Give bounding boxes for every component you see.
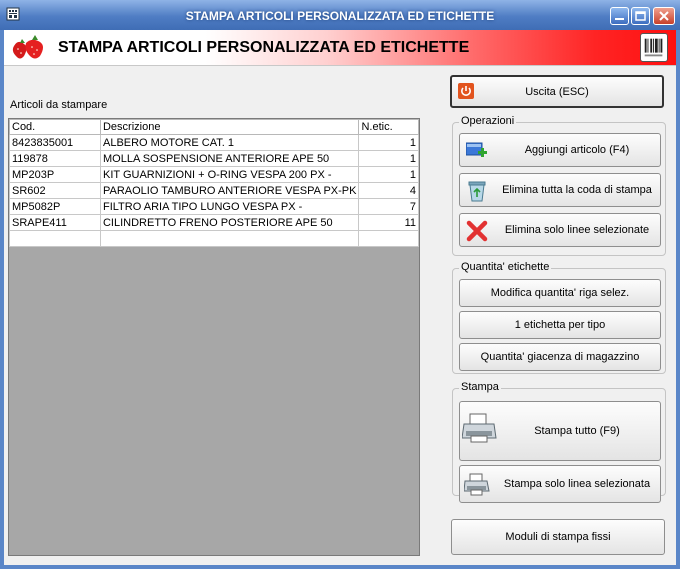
delete-x-icon (466, 220, 488, 242)
exit-button-label: Uscita (ESC) (525, 85, 589, 98)
maximize-icon (635, 11, 646, 21)
clear-queue-button[interactable]: Elimina tutta la coda di stampa (459, 173, 661, 207)
client-area: STAMPA ARTICOLI PERSONALIZZATA ED ETICHE… (4, 30, 676, 565)
banner-title: STAMPA ARTICOLI PERSONALIZZATA ED ETICHE… (58, 39, 470, 56)
cell-code[interactable]: MP5082P (9, 198, 101, 215)
items-table[interactable]: Cod. Descrizione N.etic. 8423835001 ALBE… (9, 119, 419, 247)
stock-quantity-label: Quantita' giacenza di magazzino (480, 351, 640, 363)
table-row[interactable]: MP5082P FILTRO ARIA TIPO LUNGO VESPA PX … (9, 198, 419, 215)
print-selected-label: Stampa solo linea selezionata (503, 478, 651, 490)
minimize-icon (615, 18, 624, 20)
table-row[interactable]: MP203P KIT GUARNIZIONI + O-RING VESPA 20… (9, 166, 419, 183)
window-title: STAMPA ARTICOLI PERSONALIZZATA ED ETICHE… (185, 9, 495, 23)
cell-code[interactable]: MP203P (9, 166, 101, 183)
maximize-button[interactable] (631, 7, 650, 25)
cell-description[interactable]: KIT GUARNIZIONI + O-RING VESPA 200 PX - (99, 166, 360, 183)
print-selected-button[interactable]: Stampa solo linea selezionata (459, 465, 661, 503)
cell-label-count[interactable]: 7 (358, 198, 419, 215)
strawberry-icon (12, 35, 43, 59)
table-row[interactable]: SR602 PARAOLIO TAMBURO ANTERIORE VESPA P… (9, 182, 419, 199)
title-bar[interactable]: STAMPA ARTICOLI PERSONALIZZATA ED ETICHE… (0, 0, 680, 30)
header-banner: STAMPA ARTICOLI PERSONALIZZATA ED ETICHE… (4, 30, 676, 66)
printer-icon (462, 413, 497, 443)
label-quantity-group-title: Quantita' etichette (459, 261, 552, 273)
print-group: Stampa Stampa tutto (F9) Stampa solo lin… (452, 381, 666, 503)
cell-label-count[interactable]: 4 (358, 182, 419, 199)
fixed-print-modules-button[interactable]: Moduli di stampa fissi (451, 519, 665, 555)
cell-description[interactable] (99, 230, 360, 247)
column-header-description[interactable]: Descrizione (99, 119, 360, 135)
barcode-icon (640, 33, 668, 62)
cell-description[interactable]: ALBERO MOTORE CAT. 1 (99, 134, 360, 151)
cell-code[interactable]: SRAPE411 (9, 214, 101, 231)
label-quantity-group: Quantita' etichette Modifica quantita' r… (452, 261, 666, 374)
add-item-button[interactable]: Aggiungi articolo (F4) (459, 133, 661, 167)
cell-label-count[interactable] (358, 230, 419, 247)
edit-row-quantity-label: Modifica quantita' riga selez. (490, 287, 630, 299)
print-all-button[interactable]: Stampa tutto (F9) (459, 401, 661, 461)
delete-selected-label: Elimina solo linee selezionate (504, 224, 650, 236)
edit-row-quantity-button[interactable]: Modifica quantita' riga selez. (459, 279, 661, 307)
cell-label-count[interactable]: 1 (358, 150, 419, 167)
items-list-label: Articoli da stampare (10, 99, 108, 111)
cell-label-count[interactable]: 1 (358, 134, 419, 151)
cell-code[interactable]: SR602 (9, 182, 101, 199)
clear-queue-label: Elimina tutta la coda di stampa (502, 184, 652, 196)
print-group-title: Stampa (459, 381, 501, 393)
close-icon (659, 11, 669, 21)
table-row[interactable]: 8423835001 ALBERO MOTORE CAT. 1 1 (9, 134, 419, 151)
cell-code[interactable]: 8423835001 (9, 134, 101, 151)
print-all-label: Stampa tutto (F9) (534, 425, 620, 437)
column-header-code[interactable]: Cod. (9, 119, 101, 135)
app-window: STAMPA ARTICOLI PERSONALIZZATA ED ETICHE… (0, 0, 680, 569)
exit-button[interactable]: Uscita (ESC) (450, 75, 664, 108)
cell-code[interactable]: 119878 (9, 150, 101, 167)
cell-label-count[interactable]: 11 (358, 214, 419, 231)
operations-group-title: Operazioni (459, 115, 517, 127)
one-label-per-type-label: 1 etichetta per tipo (514, 319, 606, 331)
column-header-label-count[interactable]: N.etic. (358, 119, 419, 135)
table-row[interactable]: SRAPE411 CILINDRETTO FRENO POSTERIORE AP… (9, 214, 419, 231)
delete-selected-button[interactable]: Elimina solo linee selezionate (459, 213, 661, 247)
table-row-new[interactable] (9, 230, 419, 247)
add-row-icon (466, 142, 487, 157)
table-row[interactable]: 119878 MOLLA SOSPENSIONE ANTERIORE APE 5… (9, 150, 419, 167)
add-item-label: Aggiungi articolo (F4) (524, 144, 630, 156)
stock-quantity-button[interactable]: Quantita' giacenza di magazzino (459, 343, 661, 371)
cell-label-count[interactable]: 1 (358, 166, 419, 183)
recycle-bin-icon (468, 181, 486, 202)
printer-small-icon (464, 473, 490, 496)
cell-description[interactable]: MOLLA SOSPENSIONE ANTERIORE APE 50 (99, 150, 360, 167)
cell-description[interactable]: PARAOLIO TAMBURO ANTERIORE VESPA PX-PK (99, 182, 360, 199)
minimize-button[interactable] (610, 7, 629, 25)
cell-description[interactable]: FILTRO ARIA TIPO LUNGO VESPA PX - (99, 198, 360, 215)
table-header-row: Cod. Descrizione N.etic. (9, 119, 419, 135)
one-label-per-type-button[interactable]: 1 etichetta per tipo (459, 311, 661, 339)
fixed-print-modules-label: Moduli di stampa fissi (505, 531, 611, 543)
operations-group: Operazioni Aggiungi articolo (F4) Elimin… (452, 115, 666, 256)
items-grid[interactable]: Cod. Descrizione N.etic. 8423835001 ALBE… (8, 118, 420, 556)
cell-description[interactable]: CILINDRETTO FRENO POSTERIORE APE 50 (99, 214, 360, 231)
close-button[interactable] (653, 7, 675, 25)
cell-code[interactable] (9, 230, 101, 247)
